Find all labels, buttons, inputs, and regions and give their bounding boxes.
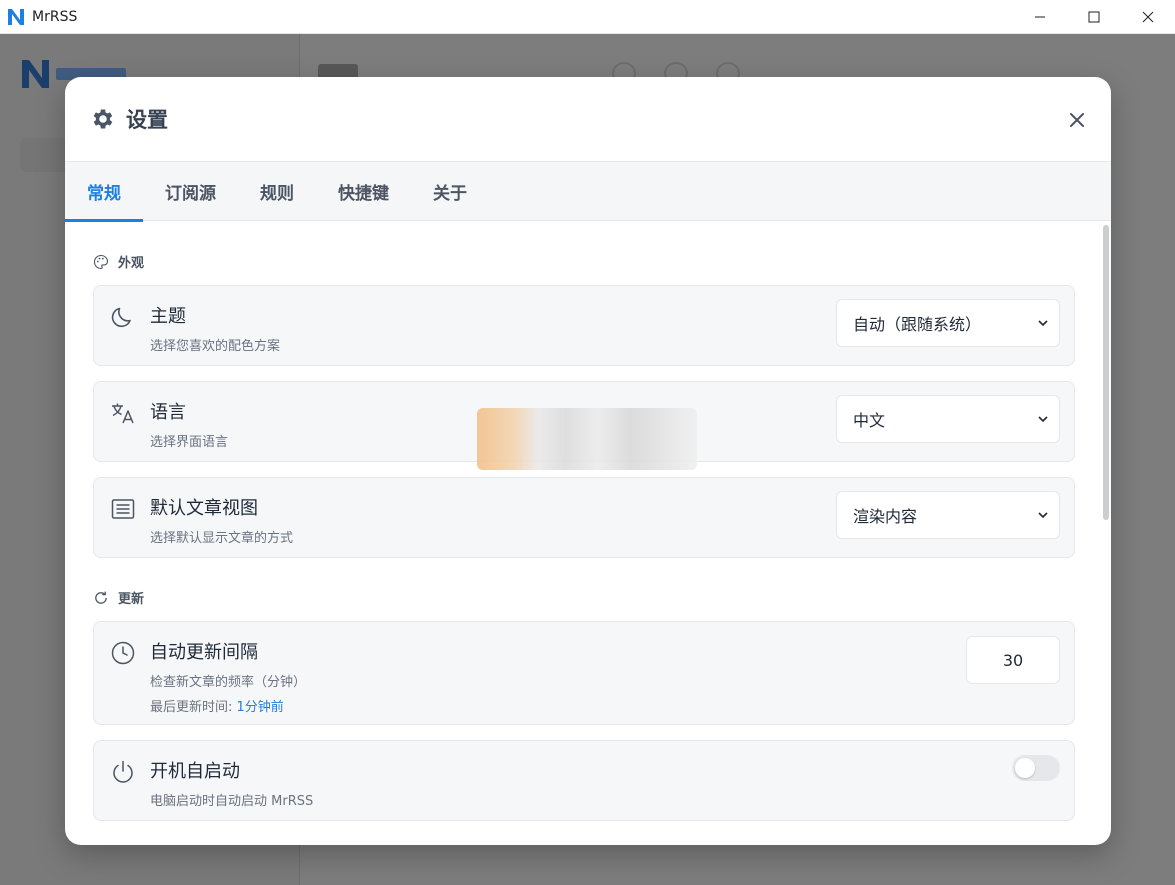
minimize-icon (1035, 16, 1045, 18)
maximize-button[interactable] (1067, 0, 1121, 34)
article-view-select-value: 渲染内容 (853, 507, 918, 526)
tab-feeds[interactable]: 订阅源 (143, 162, 238, 221)
window-titlebar: MrRSS (0, 0, 1175, 34)
setting-language-desc: 选择界面语言 (150, 435, 229, 450)
section-appearance-title: 外观 (118, 256, 145, 271)
power-icon (113, 760, 133, 783)
tab-rules[interactable]: 规则 (238, 162, 316, 221)
theme-select-value: 自动（跟随系统） (853, 315, 982, 334)
setting-theme-desc: 选择您喜欢的配色方案 (150, 339, 281, 354)
setting-article-view-desc: 选择默认显示文章的方式 (150, 531, 294, 546)
setting-theme-label: 主题 (150, 306, 186, 327)
palette-icon (93, 254, 109, 269)
refresh-icon (95, 591, 107, 604)
language-select-value: 中文 (853, 411, 886, 430)
section-appearance: 外观 (93, 252, 1075, 271)
last-update-info: 最后更新时间: 1分钟前 (150, 696, 306, 715)
setting-autostart-label: 开机自启动 (150, 761, 240, 782)
setting-theme: 主题 选择您喜欢的配色方案 自动（跟随系统） (93, 285, 1075, 366)
last-update-value: 1分钟前 (236, 700, 284, 715)
update-interval-input[interactable]: 30 (966, 636, 1060, 684)
settings-tabs: 常规 订阅源 规则 快捷键 关于 (65, 162, 1111, 222)
tab-shortcuts[interactable]: 快捷键 (316, 162, 411, 221)
setting-update-interval-desc: 检查新文章的频率（分钟） (150, 675, 307, 690)
translate-icon (112, 403, 134, 424)
article-view-select[interactable]: 渲染内容 (836, 491, 1060, 539)
chevron-down-icon (1038, 320, 1048, 327)
toggle-knob (1015, 758, 1035, 778)
setting-update-interval: 自动更新间隔 检查新文章的频率（分钟） 最后更新时间: 1分钟前 30 (93, 621, 1075, 725)
setting-autostart: 开机自启动 电脑启动时自动启动 MrRSS (93, 740, 1075, 821)
setting-autostart-desc: 电脑启动时自动启动 MrRSS (150, 794, 314, 809)
theme-select[interactable]: 自动（跟随系统） (836, 299, 1060, 347)
setting-article-view: 默认文章视图 选择默认显示文章的方式 渲染内容 (93, 477, 1075, 558)
tab-general[interactable]: 常规 (65, 162, 143, 222)
minimize-button[interactable] (1013, 0, 1067, 34)
setting-language-label: 语言 (150, 402, 186, 423)
section-update-title: 更新 (118, 592, 145, 607)
tab-about[interactable]: 关于 (411, 162, 489, 221)
chevron-down-icon (1038, 512, 1048, 519)
setting-article-view-label: 默认文章视图 (150, 498, 258, 519)
moon-icon (111, 307, 131, 327)
gear-icon (93, 109, 113, 129)
window-close-icon (1142, 11, 1154, 23)
app-logo-icon (8, 8, 24, 25)
settings-content[interactable]: 外观 主题 选择您喜欢的配色方案 自动（跟随系统） 语言 选择界面语言 中文 默… (65, 222, 1111, 845)
last-update-prefix: 最后更新时间: (150, 700, 237, 715)
dialog-title: 设置 (126, 108, 168, 132)
language-select[interactable]: 中文 (836, 395, 1060, 443)
window-close-button[interactable] (1121, 0, 1175, 34)
settings-scrollbar[interactable] (1103, 225, 1109, 520)
blurred-region (477, 408, 697, 470)
autostart-toggle[interactable] (1012, 755, 1060, 781)
maximize-icon (1088, 11, 1100, 23)
chevron-down-icon (1038, 416, 1048, 423)
setting-update-interval-label: 自动更新间隔 (150, 642, 258, 663)
clock-icon (111, 641, 135, 665)
close-dialog-button[interactable] (1067, 110, 1087, 130)
article-icon (111, 499, 135, 519)
section-update: 更新 (93, 588, 1075, 607)
app-title: MrRSS (32, 8, 78, 25)
dialog-header: 设置 (65, 77, 1111, 162)
